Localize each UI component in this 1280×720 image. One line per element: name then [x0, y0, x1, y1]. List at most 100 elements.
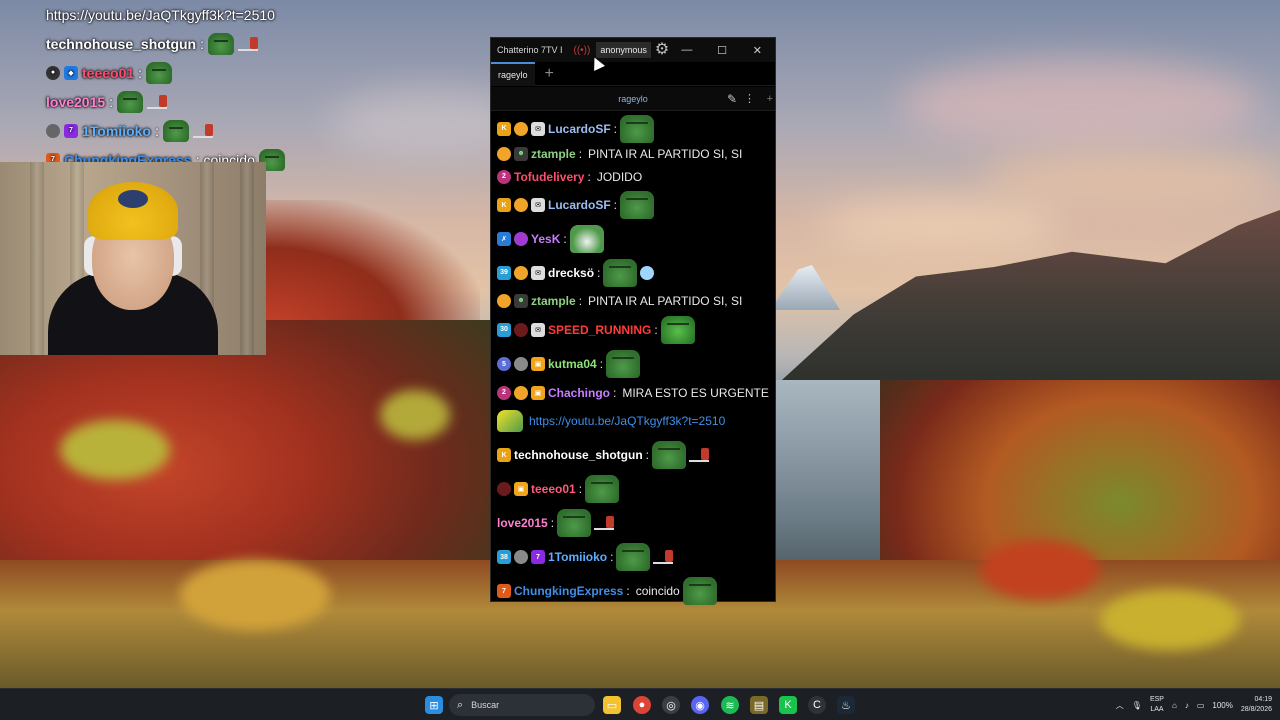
clock-time: 04:19 — [1254, 696, 1272, 703]
chrome-icon[interactable]: ● — [633, 696, 651, 714]
file-explorer-icon[interactable]: ▭ — [603, 696, 621, 714]
mini-emote-icon — [689, 448, 710, 462]
add-tab-icon[interactable]: + — [545, 65, 554, 83]
chat-message[interactable]: K ✉ LucardoSF: — [497, 188, 775, 222]
app-icon[interactable]: ▤ — [750, 696, 768, 714]
chat-message[interactable]: ✗ YesK: — [497, 222, 775, 256]
chat-message[interactable]: ▣ teeeo01: — [497, 472, 775, 506]
badge-icon: ▣ — [531, 385, 545, 400]
window-title: Chatterino 7TV I — [497, 45, 563, 55]
chat-message[interactable]: K ✉ LucardoSF: — [497, 114, 775, 143]
kick-icon[interactable]: K — [779, 696, 797, 714]
chat-message[interactable]: 5 ▣ kutma04: — [497, 347, 775, 381]
chat-messages[interactable]: K ✉ LucardoSF: ☻ ztample: PINTA IR AL PA… — [491, 111, 775, 608]
badge-icon — [514, 385, 528, 400]
close-button[interactable]: ✕ — [740, 44, 775, 57]
chat-message-text: PINTA IR AL PARTIDO SI, SI — [588, 293, 743, 308]
app-icon[interactable]: ◎ — [662, 696, 680, 714]
more-options-icon[interactable]: ⋮ — [744, 92, 755, 105]
chat-username[interactable]: SPEED_RUNNING — [548, 323, 651, 337]
chat-message[interactable]: 2 Tofudelivery: JODIDO — [497, 165, 775, 188]
mini-emote-icon — [653, 550, 674, 564]
chat-username[interactable]: love2015 — [497, 516, 548, 530]
taskbar-search[interactable]: ⌕ Buscar — [449, 694, 595, 716]
stream-overlay-chat: https://youtu.be/JaQTkgyff3k?t=2510 tech… — [46, 0, 346, 171]
chat-message-text: JODIDO — [596, 169, 643, 184]
badge-icon: 5 — [497, 357, 511, 371]
chat-username[interactable]: ztample — [531, 147, 576, 161]
badge-icon: ● — [46, 65, 60, 80]
minimize-button[interactable]: — — [669, 44, 704, 56]
chat-username[interactable]: drecksö — [548, 266, 594, 280]
chat-message[interactable]: 39 ✉ drecksö: — [497, 256, 775, 289]
account-button[interactable]: anonymous — [596, 42, 651, 58]
pepe-emote-icon — [162, 119, 189, 142]
overlay-username: technohouse_shotgun — [46, 35, 197, 52]
split-header[interactable]: rageylo ✎ ⋮ + — [491, 87, 775, 111]
badge-icon: ☻ — [514, 146, 528, 161]
maximize-button[interactable]: ☐ — [704, 44, 739, 57]
chat-username[interactable]: YesK — [531, 232, 560, 246]
chat-message[interactable]: 2 ▣ Chachingo: MIRA ESTO ES URGENTE — [497, 381, 775, 404]
tab-rageylo[interactable]: rageylo — [491, 61, 535, 86]
chat-username[interactable]: ChungkingExpress — [514, 584, 623, 598]
chat-message[interactable]: 30 ✉ SPEED_RUNNING: — [497, 312, 775, 347]
network-icon[interactable]: ⌂ — [1172, 701, 1177, 710]
chat-username[interactable]: kutma04 — [548, 357, 597, 371]
chat-username[interactable]: Chachingo — [548, 386, 610, 400]
badge-icon: 2 — [497, 169, 511, 184]
overlay-username: teeeo01 — [82, 64, 135, 81]
add-split-icon[interactable]: + — [767, 93, 773, 105]
overlay-username: love2015 — [46, 93, 106, 110]
chat-message[interactable]: love2015: — [497, 506, 775, 540]
badge-icon: ✉ — [531, 198, 545, 212]
chat-username[interactable]: Tofudelivery — [514, 170, 584, 184]
chat-username[interactable]: ztample — [531, 294, 576, 308]
pepe-emote-icon — [569, 225, 604, 253]
mini-emote-icon — [238, 36, 259, 51]
windows-start-icon[interactable]: ⊞ — [425, 696, 443, 714]
chat-message-text: coincido — [635, 584, 680, 598]
clock[interactable]: 04:19 28/8/2026 — [1241, 695, 1272, 715]
window-titlebar[interactable]: Chatterino 7TV I ((•)) anonymous ⚙ — ☐ ✕ — [491, 38, 775, 62]
badge-icon: 30 — [497, 322, 511, 337]
volume-icon[interactable]: ♪ — [1185, 701, 1189, 710]
search-placeholder: Buscar — [471, 700, 500, 710]
pepe-emote-icon — [208, 32, 235, 55]
frog-emote-icon — [660, 315, 695, 344]
chat-message[interactable]: ☻ ztample: PINTA IR AL PARTIDO SI, SI — [497, 289, 775, 312]
edit-icon[interactable]: ✎ — [727, 92, 737, 106]
chat-link[interactable]: https://youtu.be/JaQTkgyff3k?t=2510 — [529, 414, 725, 428]
chat-username[interactable]: teeeo01 — [531, 482, 576, 496]
badge-icon: 7 — [497, 584, 511, 598]
chat-message[interactable]: ☻ ztample: PINTA IR AL PARTIDO SI, SI — [497, 142, 775, 165]
language-indicator[interactable]: ESP LAA — [1150, 695, 1164, 715]
chat-username[interactable]: LucardoSF — [548, 198, 611, 212]
discord-icon[interactable]: ◉ — [691, 696, 709, 714]
badge-icon: K — [497, 121, 511, 136]
chatterino-icon[interactable]: C — [808, 696, 826, 714]
chat-message[interactable]: K technohouse_shotgun: — [497, 438, 775, 472]
chat-message[interactable]: 7 ChungkingExpress: coincido — [497, 574, 775, 608]
steam-icon[interactable]: ♨ — [837, 696, 855, 714]
chevron-up-icon[interactable]: ︿ — [1116, 700, 1124, 711]
microphone-icon[interactable]: 🎙 — [1132, 701, 1142, 710]
chat-message[interactable]: 38 7 1Tomiioko: — [497, 540, 775, 574]
badge-icon: ▣ — [514, 482, 528, 496]
chat-username[interactable]: LucardoSF — [548, 122, 611, 136]
overlay-chat-line: technohouse_shotgun: — [46, 29, 346, 58]
spotify-icon[interactable]: ≋ — [721, 696, 739, 714]
webcam-feed — [0, 162, 266, 355]
overlay-link-text: https://youtu.be/JaQTkgyff3k?t=2510 — [46, 6, 275, 23]
live-indicator-icon[interactable]: ((•)) — [574, 45, 591, 56]
channel-name: rageylo — [618, 93, 648, 104]
gear-icon[interactable]: ⚙ — [655, 42, 669, 58]
emote-icon — [497, 410, 523, 432]
pepe-emote-icon — [603, 258, 638, 287]
battery-icon[interactable]: ▭ — [1197, 701, 1205, 710]
badge-icon — [514, 198, 528, 212]
chat-message[interactable]: https://youtu.be/JaQTkgyff3k?t=2510 — [497, 404, 775, 438]
chat-username[interactable]: technohouse_shotgun — [514, 448, 643, 462]
chatterino-window[interactable]: Chatterino 7TV I ((•)) anonymous ⚙ — ☐ ✕… — [490, 37, 776, 605]
chat-username[interactable]: 1Tomiioko — [548, 550, 607, 564]
